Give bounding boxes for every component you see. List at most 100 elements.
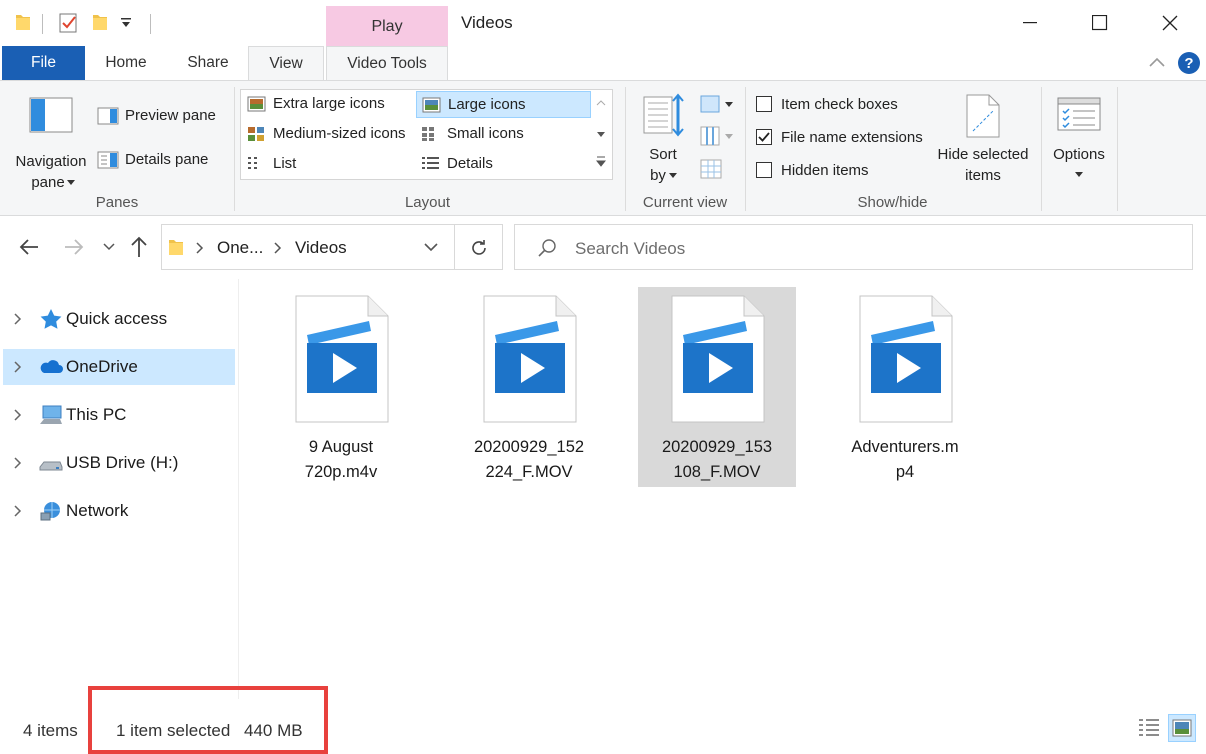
maximize-icon [1092, 15, 1108, 31]
refresh-button[interactable] [455, 224, 503, 270]
nav-item-quick-access[interactable]: Quick access [3, 301, 235, 337]
options-icon [1057, 97, 1101, 131]
expand-chevron-icon[interactable] [12, 409, 24, 421]
layout-details[interactable]: Details [416, 151, 591, 178]
tab-share[interactable]: Share [176, 46, 240, 80]
file-name: 9 August 720p.m4v [304, 438, 378, 481]
preview-pane-button[interactable]: Preview pane [96, 103, 226, 129]
nav-item-onedrive[interactable]: OneDrive [3, 349, 235, 385]
nav-item-this-pc[interactable]: This PC [3, 397, 235, 433]
file-name: Adventurers.m p4 [851, 438, 959, 481]
file-name-extensions-checkbox[interactable] [756, 129, 772, 145]
window-title: Videos [461, 13, 513, 32]
navigation-pane-label-2: pane [31, 174, 65, 191]
contextual-tab-label: Play [371, 18, 403, 35]
breadcrumb-videos[interactable]: Videos [295, 238, 347, 258]
customize-toolbar-icon[interactable] [120, 17, 132, 29]
tab-view[interactable]: View [248, 46, 324, 81]
add-columns-icon[interactable] [699, 125, 735, 147]
hide-selected-items-button[interactable]: Hide selected items [933, 89, 1033, 189]
file-name: 20200929_152 224_F.MOV [473, 438, 585, 481]
close-button[interactable] [1135, 0, 1205, 46]
details-pane-icon [97, 151, 119, 169]
folder-icon[interactable] [15, 12, 31, 32]
layout-extra-large-icons[interactable]: Extra large icons [242, 91, 414, 118]
address-history-chevron-icon[interactable] [424, 243, 438, 252]
item-check-boxes-toggle[interactable]: Item check boxes [754, 93, 924, 117]
small-icons-icon [422, 127, 434, 141]
file-item[interactable]: Adventurers.m p4 [826, 287, 984, 487]
file-item[interactable]: 20200929_152 224_F.MOV [450, 287, 608, 487]
expand-chevron-icon[interactable] [12, 457, 24, 469]
expand-chevron-icon[interactable] [12, 505, 24, 517]
tab-file[interactable]: File [2, 46, 85, 80]
hidden-items-checkbox[interactable] [756, 162, 772, 178]
breadcrumb-onedrive[interactable]: One... [217, 238, 263, 258]
breadcrumb-chevron-icon[interactable] [274, 242, 282, 254]
address-bar[interactable]: One... Videos [161, 224, 455, 270]
layout-large-icons[interactable]: Large icons [416, 91, 591, 118]
collapse-ribbon-icon[interactable] [1148, 56, 1166, 68]
file-name-extensions-label: File name extensions [781, 129, 923, 146]
video-file-icon [859, 295, 953, 423]
file-item-selected[interactable]: 20200929_153 108_F.MOV [638, 287, 796, 487]
layout-gallery: Extra large icons Large icons Medium-siz… [240, 89, 613, 180]
sort-by-button[interactable]: Sort by [636, 89, 690, 189]
hidden-items-toggle[interactable]: Hidden items [754, 159, 924, 183]
layout-list[interactable]: List [242, 151, 414, 178]
item-check-boxes-checkbox[interactable] [756, 96, 772, 112]
search-icon [538, 239, 556, 257]
nav-item-network[interactable]: Network [3, 493, 235, 529]
nav-item-label: Quick access [66, 309, 168, 328]
recent-locations-chevron-icon[interactable] [103, 243, 115, 251]
details-pane-button[interactable]: Details pane [96, 147, 226, 173]
expand-chevron-icon[interactable] [12, 361, 24, 373]
nav-item-label: This PC [66, 405, 127, 424]
details-view-button[interactable] [1136, 714, 1164, 742]
large-icons-view-button[interactable] [1168, 714, 1196, 742]
help-icon[interactable]: ? [1177, 51, 1201, 75]
search-input[interactable]: Search Videos [575, 239, 685, 259]
nav-item-label: OneDrive [66, 357, 138, 376]
minimize-button[interactable] [995, 0, 1065, 46]
contextual-tab-play[interactable]: Play [326, 6, 448, 46]
nav-item-usb-drive[interactable]: USB Drive (H:) [3, 445, 235, 481]
gallery-scroll-down-icon[interactable] [596, 130, 606, 138]
usb-drive-icon [39, 461, 63, 471]
back-arrow-icon[interactable] [19, 238, 39, 256]
layout-medium-icons[interactable]: Medium-sized icons [242, 121, 414, 148]
group-by-icon[interactable] [699, 94, 735, 114]
maximize-button[interactable] [1065, 0, 1135, 46]
file-name: 20200929_153 108_F.MOV [661, 438, 773, 481]
ribbon: Navigation pane Preview pane Details pan… [0, 80, 1206, 216]
layout-small-icons[interactable]: Small icons [416, 121, 591, 148]
expand-chevron-icon[interactable] [12, 313, 24, 325]
options-button[interactable]: Options [1046, 89, 1112, 189]
layout-large-icons-label: Large icons [448, 96, 526, 113]
tab-video-tools[interactable]: Video Tools [326, 46, 448, 81]
properties-icon[interactable] [58, 12, 80, 34]
tab-home[interactable]: Home [96, 46, 156, 80]
new-folder-icon[interactable] [92, 12, 108, 32]
search-box[interactable]: Search Videos [514, 224, 1193, 270]
gallery-expand-icon[interactable] [596, 156, 606, 168]
layout-medium-icons-label: Medium-sized icons [273, 125, 406, 142]
ribbon-tab-row: File Home Share View Video Tools ? [0, 46, 1206, 81]
video-file-icon [671, 295, 765, 423]
up-arrow-icon[interactable] [130, 236, 148, 258]
breadcrumb-chevron-icon[interactable] [196, 242, 204, 254]
large-icons-icon [422, 97, 441, 113]
panes-group: Navigation pane Preview pane Details pan… [0, 81, 234, 217]
size-columns-icon[interactable] [699, 158, 723, 180]
refresh-icon [472, 240, 486, 255]
navigation-pane-button[interactable]: Navigation pane [8, 89, 94, 191]
file-name-extensions-toggle[interactable]: File name extensions [754, 126, 932, 150]
file-item[interactable]: 9 August 720p.m4v [262, 287, 420, 487]
checkmark-icon [758, 132, 770, 142]
layout-extra-large-icons-label: Extra large icons [273, 95, 385, 112]
navigation-pane-icon [29, 97, 73, 133]
extra-large-icons-icon [247, 96, 266, 112]
preview-pane-label: Preview pane [125, 107, 216, 124]
forward-arrow-icon[interactable] [64, 238, 84, 256]
gallery-scroll-up-icon[interactable] [596, 99, 606, 107]
